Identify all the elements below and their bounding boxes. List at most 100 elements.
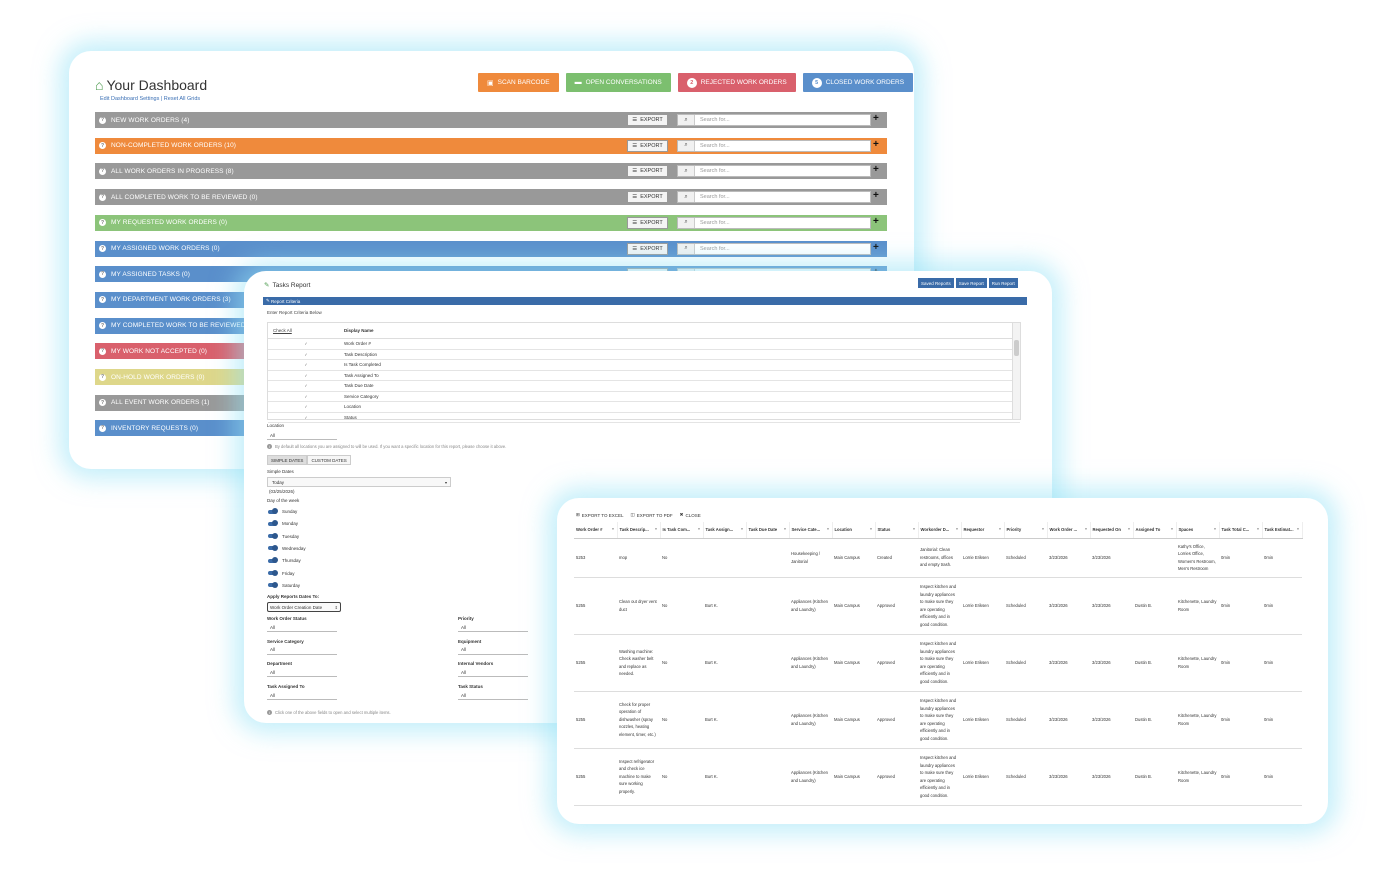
top-button-2[interactable]: 2 REJECTED WORK ORDERS [677, 73, 796, 92]
report-button-2[interactable]: Run Report [988, 278, 1018, 288]
plus-icon[interactable]: + [873, 216, 879, 228]
checkmark-icon[interactable]: ✓ [268, 394, 344, 399]
column-header[interactable]: ▼ Work Order # [574, 522, 618, 539]
column-header[interactable]: ▼ Status [875, 522, 919, 539]
filter-select[interactable]: All [267, 691, 337, 701]
filter-icon[interactable]: ▼ [1128, 527, 1132, 531]
help-icon[interactable]: ? [99, 116, 106, 124]
filter-icon[interactable]: ▼ [1297, 527, 1301, 531]
help-icon[interactable]: ? [99, 296, 106, 304]
column-header[interactable]: ▼ Assigned To [1133, 522, 1177, 539]
list-scrollbar[interactable] [1012, 323, 1020, 419]
help-icon[interactable]: ? [99, 399, 106, 407]
filter-icon[interactable]: ▼ [999, 527, 1003, 531]
filter-select[interactable]: All [458, 623, 528, 632]
filter-icon[interactable]: ▼ [1171, 527, 1175, 531]
column-header[interactable]: ▼ Service Cate... [789, 522, 833, 539]
location-select[interactable]: All [267, 431, 337, 440]
top-button-1[interactable]: ▬ OPEN CONVERSATIONS [565, 73, 671, 92]
checkmark-icon[interactable]: ✓ [268, 341, 344, 346]
filter-icon[interactable]: ▼ [1214, 527, 1218, 531]
plus-icon[interactable]: + [873, 242, 879, 254]
tab-simple-dates[interactable]: SIMPLE DATES [267, 455, 308, 465]
help-icon[interactable]: ? [99, 219, 106, 227]
plus-icon[interactable]: + [873, 190, 879, 202]
help-icon[interactable]: ? [99, 347, 106, 355]
export-button[interactable]: ☰EXPORT [627, 114, 668, 126]
help-icon[interactable]: ? [99, 167, 106, 175]
column-header[interactable]: ▼ Task Assign... [703, 522, 747, 539]
export-button[interactable]: ☰EXPORT [627, 216, 668, 229]
plus-icon[interactable]: + [873, 164, 879, 176]
export-button[interactable]: ☰EXPORT [627, 242, 668, 255]
table-row[interactable]: 5255 Check for proper operation of dishwa… [574, 691, 1302, 749]
help-icon[interactable]: ? [99, 142, 106, 150]
day-toggle-thursday[interactable]: Thursday [268, 557, 301, 564]
toggle-switch[interactable] [268, 557, 278, 564]
filter-icon[interactable]: ▼ [956, 527, 960, 531]
apply-dates-select[interactable]: Work Order Creation Date ⇕ [267, 602, 341, 612]
column-header[interactable]: ▼ Work Order ... [1047, 522, 1091, 539]
work-order-grid-row[interactable]: ? MY ASSIGNED WORK ORDERS (0) ☰ EXPORT ⌕ Sear… [95, 240, 887, 257]
search-input[interactable]: ⌕ Search for... [677, 114, 871, 126]
export-excel-button[interactable]: ⊞ EXPORT TO EXCEL [576, 512, 623, 518]
help-icon[interactable]: ? [99, 322, 106, 330]
table-row[interactable]: 5255 Clean out dryer vent duct No Burt K. Ap… [574, 577, 1302, 635]
table-row[interactable]: 5253 mop No Housekeeping / Janitorial Main C… [574, 538, 1302, 578]
toggle-switch[interactable] [268, 532, 278, 539]
filter-select[interactable]: All [267, 623, 337, 632]
column-header[interactable]: ▼ Workorder D... [918, 522, 962, 539]
search-input[interactable]: ⌕ Search for... [677, 165, 871, 178]
field-item[interactable]: ✓ Task Description [268, 350, 1020, 360]
search-input[interactable]: ⌕ Search for... [677, 191, 871, 204]
export-button[interactable]: ☰EXPORT [627, 165, 668, 178]
check-all-link[interactable]: Check All [268, 328, 344, 333]
plus-icon[interactable]: + [873, 113, 879, 125]
help-icon[interactable]: ? [99, 424, 106, 432]
work-order-grid-row[interactable]: ? ALL WORK ORDERS IN PROGRESS (8) ☰ EXPORT ⌕… [95, 163, 887, 180]
field-item[interactable]: ✓ Task Due Date [268, 381, 1020, 392]
checkmark-icon[interactable]: ✓ [268, 383, 344, 388]
filter-icon[interactable]: ▼ [827, 527, 831, 531]
filter-select[interactable]: All [458, 646, 528, 655]
toggle-switch[interactable] [268, 569, 278, 576]
filter-select[interactable]: All [458, 668, 528, 678]
plus-icon[interactable]: + [873, 139, 879, 151]
export-button[interactable]: ☰EXPORT [627, 139, 668, 152]
tab-custom-dates[interactable]: CUSTOM DATES [307, 455, 351, 465]
table-row[interactable]: 5255 Inspect refrigerator and check ice m… [574, 748, 1302, 806]
checkmark-icon[interactable]: ✓ [268, 404, 344, 409]
column-header[interactable]: ▼ Task Total C... [1219, 522, 1263, 539]
filter-icon[interactable]: ▼ [913, 527, 917, 531]
day-toggle-tuesday[interactable]: Tuesday [268, 532, 299, 539]
toggle-switch[interactable] [268, 508, 278, 514]
filter-select[interactable]: All [267, 646, 337, 655]
checkmark-icon[interactable]: ✓ [268, 362, 344, 367]
simple-dates-select[interactable]: Today ▾ [267, 477, 451, 487]
report-button-0[interactable]: Saved Reports [918, 278, 954, 288]
filter-icon[interactable]: ▼ [698, 527, 702, 531]
column-header[interactable]: ▼ Task Descrip... [617, 522, 661, 539]
day-toggle-wednesday[interactable]: Wednesday [268, 544, 306, 551]
column-header[interactable]: ▼ Is Task Com... [660, 522, 704, 539]
field-item[interactable]: ✓ Service Category [268, 392, 1020, 402]
filter-select[interactable]: All [458, 691, 528, 701]
filter-icon[interactable]: ▼ [1257, 527, 1261, 531]
work-order-grid-row[interactable]: ? NEW WORK ORDERS (4) ☰ EXPORT ⌕ Search for..… [95, 112, 887, 128]
top-button-3[interactable]: 5 CLOSED WORK ORDERS [802, 73, 914, 92]
field-item[interactable]: ✓ Location [268, 402, 1020, 413]
day-toggle-sunday[interactable]: Sunday [268, 508, 297, 514]
export-button[interactable]: ☰EXPORT [627, 191, 668, 204]
export-pdf-button[interactable]: ◫ EXPORT TO PDF [630, 512, 672, 518]
day-toggle-saturday[interactable]: Saturday [268, 581, 300, 588]
help-icon[interactable]: ? [99, 373, 106, 381]
column-header[interactable]: ▼ Requestor [961, 522, 1005, 539]
search-input[interactable]: ⌕ Search for... [677, 216, 871, 229]
toggle-switch[interactable] [268, 581, 278, 588]
close-button[interactable]: ✖ CLOSE [680, 512, 701, 518]
help-icon[interactable]: ? [99, 270, 106, 278]
field-item[interactable]: ✓ Task Assigned To [268, 371, 1020, 381]
filter-icon[interactable]: ▼ [655, 527, 659, 531]
toggle-switch[interactable] [268, 544, 278, 551]
column-header[interactable]: ▼ Requested On [1090, 522, 1134, 539]
